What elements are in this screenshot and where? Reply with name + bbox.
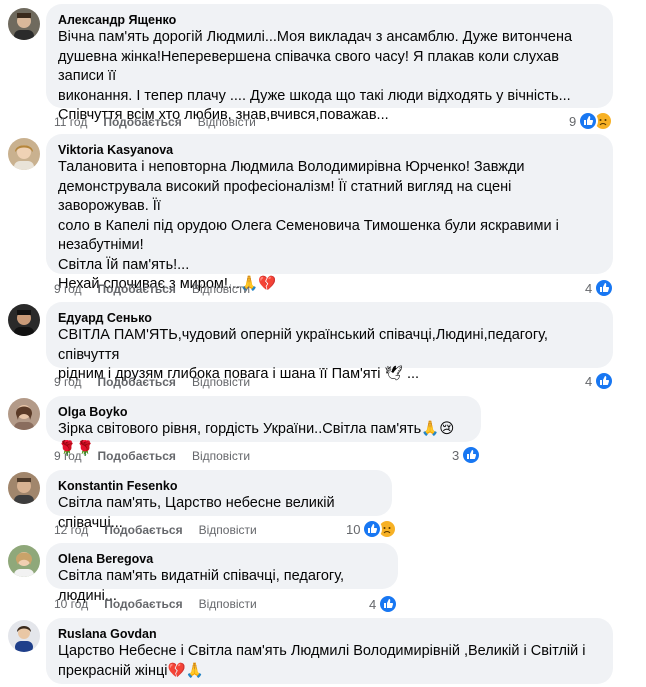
reply-button[interactable]: Відповісти [192,374,250,390]
reply-button[interactable]: Відповісти [192,281,250,297]
comment-author[interactable]: Olena Beregova [58,551,386,567]
avatar-photo-icon [14,405,34,430]
like-icon [461,445,482,465]
comment-bubble: Александр Ященко Вічна пам'ять дорогій Л… [46,4,613,123]
like-icon [362,519,383,539]
reaction-count: 4 [369,596,377,612]
reaction-summary[interactable]: 4 [369,594,399,614]
avatar[interactable] [8,620,40,652]
like-button[interactable]: Подобається [98,374,176,390]
avatar-photo-icon [14,310,34,336]
comment-time[interactable]: 9 год [54,374,82,390]
reply-button[interactable]: Відповісти [199,522,257,538]
reaction-count: 10 [346,521,361,537]
comment-text: Царство Небесне і Світла пам'ять Людмилі… [58,643,586,679]
avatar[interactable] [8,472,40,504]
avatar[interactable] [8,138,40,170]
reaction-summary[interactable]: 4 [585,371,615,391]
reaction-count: 3 [452,447,460,463]
comment-time[interactable]: 9 год [54,448,82,464]
comment-bubble: Konstantin Fesenko Світла пам'ять, Царст… [46,470,392,531]
avatar[interactable] [8,8,40,40]
comment-actions: 11 год Подобається Відповісти [54,114,256,130]
like-icon [378,594,399,614]
reaction-count: 9 [569,113,577,129]
comment-author[interactable]: Konstantin Fesenko [58,478,380,494]
comment-bubble: Olga Boyko Зірка світового рівня, гордіс… [46,396,481,457]
comment-bubble: Olena Beregova Світла пам'ять видатній с… [46,543,398,604]
avatar[interactable] [8,304,40,336]
comment-text: Талановита і неповторна Людмила Володими… [58,159,559,292]
comment-bubble: Viktoria Kasyanova Талановита і неповтор… [46,134,613,292]
comment-actions: 9 год Подобається Відповісти [54,374,250,390]
avatar-photo-icon [14,552,34,577]
comment-actions: 12 год Подобається Відповісти [54,522,257,538]
avatar-photo-icon [14,145,34,170]
reply-button[interactable]: Відповісти [192,448,250,464]
comment-text: Вічна пам'ять дорогій Людмилі...Моя викл… [58,29,573,123]
reaction-summary[interactable]: 4 [585,278,615,298]
comment-time[interactable]: 9 год [54,281,82,297]
comment-actions: 9 год Подобається Відповісти [54,448,250,464]
comment-time[interactable]: 11 год [54,114,87,130]
reply-button[interactable]: Відповісти [199,596,257,612]
avatar-photo-icon [14,478,34,504]
like-button[interactable]: Подобається [98,448,176,464]
like-icon [578,111,599,131]
avatar-photo-icon [14,13,34,40]
comment-time[interactable]: 12 год [54,522,88,538]
like-button[interactable]: Подобається [104,522,182,538]
reply-button[interactable]: Відповісти [198,114,256,130]
reaction-count: 4 [585,280,593,296]
reaction-summary[interactable]: 10 [346,519,398,539]
reaction-summary[interactable]: 9 [569,111,614,131]
avatar-photo-icon [15,626,33,652]
comment-bubble: Едуард Сенько СВІТЛА ПАМ'ЯТЬ,чудовий опе… [46,302,613,382]
like-icon [594,371,615,391]
comment-author[interactable]: Viktoria Kasyanova [58,142,601,158]
like-button[interactable]: Подобається [104,596,182,612]
comment-author[interactable]: Olga Boyko [58,404,469,420]
comment-time[interactable]: 10 год [54,596,88,612]
comment-author[interactable]: Едуард Сенько [58,310,601,326]
comment-actions: 9 год Подобається Відповісти [54,281,250,297]
reaction-count: 4 [585,373,593,389]
comment-author[interactable]: Александр Ященко [58,12,601,28]
like-button[interactable]: Подобається [103,114,181,130]
avatar[interactable] [8,545,40,577]
comment-author[interactable]: Ruslana Govdan [58,626,601,642]
comment-bubble: Ruslana Govdan Царство Небесне і Світла … [46,618,613,684]
avatar[interactable] [8,398,40,430]
like-button[interactable]: Подобається [98,281,176,297]
reaction-summary[interactable]: 3 [452,445,482,465]
like-icon [594,278,615,298]
comment-actions: 10 год Подобається Відповісти [54,596,257,612]
